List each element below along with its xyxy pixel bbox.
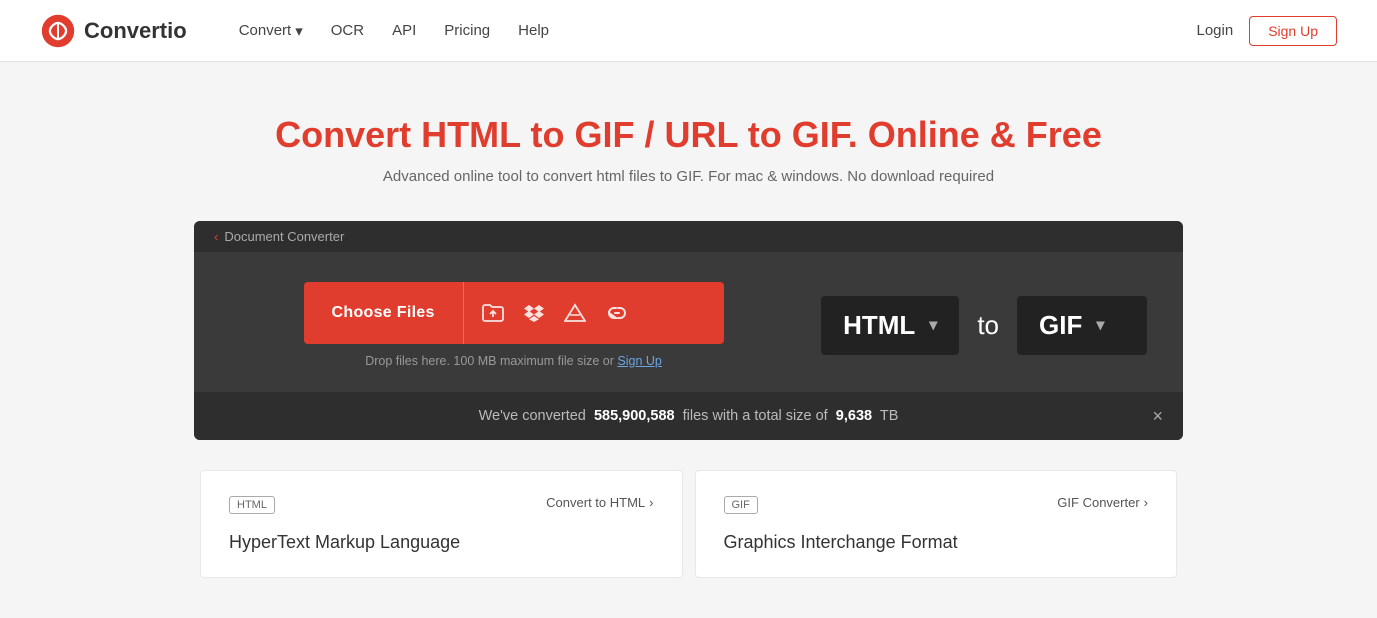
format-area: HTML ▾ to GIF ▾ [821,296,1147,355]
html-card: HTML Convert to HTML › HyperText Markup … [200,470,683,578]
from-format-button[interactable]: HTML ▾ [821,296,959,355]
upload-icons [463,282,646,344]
from-format-caret-icon: ▾ [929,315,937,335]
breadcrumb-bar: ‹ Document Converter [194,221,1183,252]
stats-text: We've converted 585,900,588 files with a… [479,408,899,424]
folder-upload-icon[interactable] [482,303,504,323]
nav-ocr[interactable]: OCR [331,22,364,39]
nav-help[interactable]: Help [518,22,549,39]
brand-logo-icon [40,13,76,49]
breadcrumb-chevron-icon: ‹ [214,229,218,244]
html-card-title: HyperText Markup Language [229,532,654,553]
to-separator: to [977,310,999,341]
gif-tag: GIF [724,496,758,514]
convert-to-html-link[interactable]: Convert to HTML › [546,495,653,510]
hero-title: Convert HTML to GIF / URL to GIF. Online… [20,114,1357,156]
stats-size: 9,638 [836,408,872,424]
cards-section: HTML Convert to HTML › HyperText Markup … [0,440,1377,578]
gif-converter-link[interactable]: GIF Converter › [1057,495,1148,510]
stats-bar: We've converted 585,900,588 files with a… [194,392,1183,440]
stats-close-button[interactable]: × [1152,406,1163,427]
to-format-caret-icon: ▾ [1096,315,1104,335]
nav-links: Convert ▾ OCR API Pricing Help [239,22,1165,40]
choose-bar: Choose Files [304,282,724,344]
html-card-header: HTML Convert to HTML › [229,495,654,524]
nav-convert[interactable]: Convert ▾ [239,22,303,40]
gif-link-arrow-icon: › [1144,495,1148,510]
html-tag: HTML [229,496,275,514]
to-format-button[interactable]: GIF ▾ [1017,296,1147,355]
breadcrumb-label: Document Converter [224,229,344,244]
choose-area: Choose Files [230,282,797,368]
choose-files-button[interactable]: Choose Files [304,282,463,344]
drop-hint: Drop files here. 100 MB maximum file siz… [365,354,662,368]
nav-pricing[interactable]: Pricing [444,22,490,39]
converter-main: Choose Files [194,252,1183,392]
gif-card-header: GIF GIF Converter › [724,495,1149,524]
brand-name-text: Convertio [84,18,187,44]
signup-button[interactable]: Sign Up [1249,16,1337,46]
from-format-label: HTML [843,310,915,341]
nav-api[interactable]: API [392,22,416,39]
nav-actions: Login Sign Up [1196,16,1337,46]
to-format-label: GIF [1039,310,1082,341]
converter-box: ‹ Document Converter Choose Files [194,221,1183,440]
login-button[interactable]: Login [1196,22,1233,39]
url-link-icon[interactable] [606,306,628,320]
dropbox-icon[interactable] [524,303,544,323]
hero-section: Convert HTML to GIF / URL to GIF. Online… [0,62,1377,221]
html-link-arrow-icon: › [649,495,653,510]
signup-hint-link[interactable]: Sign Up [617,354,661,368]
hero-subtitle: Advanced online tool to convert html fil… [20,168,1357,185]
convert-chevron-icon: ▾ [295,22,303,40]
navbar: Convertio Convert ▾ OCR API Pricing Help… [0,0,1377,62]
gif-card: GIF GIF Converter › Graphics Interchange… [695,470,1178,578]
stats-count: 585,900,588 [594,408,675,424]
brand-logo-link[interactable]: Convertio [40,13,187,49]
gif-card-title: Graphics Interchange Format [724,532,1149,553]
gdrive-icon[interactable] [564,303,586,323]
